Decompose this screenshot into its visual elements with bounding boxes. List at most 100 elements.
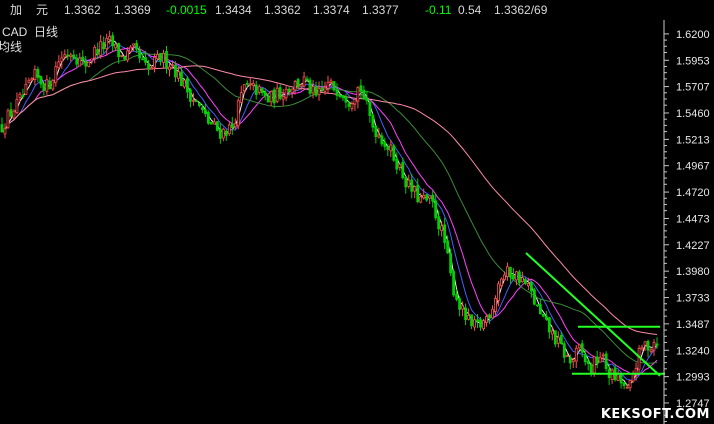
candle-body [314, 86, 318, 96]
candle-body [57, 61, 61, 68]
price-chart[interactable]: 1.6200 1.5953 1.5707 1.5460 1.5213 1.4967 1.47… [0, 20, 714, 424]
candle-body [200, 107, 204, 111]
candle-body [114, 43, 118, 49]
candle-body [515, 271, 518, 281]
candle-body [449, 253, 453, 274]
low-price: 1.3362 [264, 3, 301, 17]
candle-body [102, 42, 106, 50]
candle-body [18, 93, 22, 98]
candle-body [398, 163, 402, 168]
candle-body [401, 162, 405, 179]
candle-body [410, 179, 414, 192]
candle-body [550, 330, 554, 335]
candle-body [440, 225, 444, 232]
candle-body [541, 313, 545, 317]
candle-body [245, 82, 249, 85]
candle-body [141, 58, 144, 61]
y-tick-label: 1.4720 [676, 187, 710, 199]
candle-body [395, 158, 399, 170]
candle-body [278, 87, 282, 99]
candle-body [589, 364, 593, 374]
candle-body [431, 194, 435, 202]
candle-body [392, 145, 396, 161]
candle-body [120, 54, 124, 57]
candle-body [60, 57, 64, 62]
candle-body [296, 79, 300, 88]
candle-body [386, 146, 390, 150]
candle-body [239, 92, 243, 103]
candle-body [197, 102, 201, 107]
candle-body [132, 43, 135, 46]
candle-body [293, 81, 297, 91]
y-tick-label: 1.4473 [676, 213, 710, 225]
candle-body [524, 279, 527, 285]
candle-body [335, 89, 339, 96]
candle-body [183, 79, 186, 88]
candle-body [643, 341, 647, 346]
candle-body [63, 54, 67, 58]
symbol-label: CAD [2, 25, 28, 39]
candle-body [48, 80, 52, 90]
candle-body [443, 224, 447, 243]
candle-body [144, 57, 147, 63]
candle-body [275, 87, 279, 102]
candle-body [535, 304, 539, 307]
candle-body [39, 76, 43, 85]
candle-body [209, 121, 213, 125]
candle-body [428, 195, 432, 199]
candle-body [595, 356, 599, 364]
candle-body [24, 83, 28, 95]
candle-body [75, 58, 79, 65]
candle-body [111, 35, 115, 47]
volume: 0.54 [458, 3, 482, 17]
candle-body [36, 68, 40, 78]
candle-body [371, 115, 375, 128]
candle-body [236, 100, 240, 127]
candle-body [365, 97, 369, 102]
y-tick-label: 1.5953 [676, 55, 710, 67]
candle-body [485, 316, 488, 323]
candle-body [503, 274, 506, 280]
candle-body [625, 386, 629, 389]
ma-label: 均线 [0, 40, 22, 54]
y-tick-label: 1.4227 [676, 240, 710, 252]
candle-body [368, 101, 372, 116]
candle-body [135, 42, 138, 50]
candle-body [380, 135, 384, 145]
candle-body [323, 87, 327, 92]
quote-value-b: 1.3377 [362, 3, 399, 17]
candle-body [473, 319, 476, 328]
candle-body [15, 98, 19, 113]
candle-body [156, 54, 159, 60]
candle-body [227, 124, 231, 135]
candle-body [437, 216, 441, 230]
candle-body [416, 184, 420, 203]
candle-body [242, 84, 246, 92]
candle-body [646, 340, 650, 351]
candle-body [212, 121, 216, 125]
candle-body [512, 275, 515, 280]
candle-body [123, 56, 127, 60]
watermark: KEKSOFT.COM [600, 407, 710, 422]
candle-body [544, 315, 548, 320]
candle-body [407, 179, 411, 187]
candle-body [604, 353, 608, 369]
candle-body [290, 88, 294, 93]
candle-body [461, 305, 464, 310]
candle-body [311, 86, 315, 94]
candle-body [90, 58, 94, 62]
candle-body [30, 78, 34, 81]
candle-body [610, 369, 614, 380]
candle-body [344, 96, 348, 103]
moving-average-line [1, 46, 658, 376]
instrument-name-2: 元 [36, 3, 49, 17]
candle-body [565, 355, 569, 357]
candle-body [619, 374, 623, 384]
candle-body [9, 109, 13, 117]
y-tick-label: 1.3980 [676, 266, 710, 278]
candle-body [78, 57, 82, 67]
candle-body [452, 271, 456, 296]
candle-body [580, 343, 584, 353]
candle-body [419, 196, 423, 203]
candle-body [51, 80, 55, 90]
